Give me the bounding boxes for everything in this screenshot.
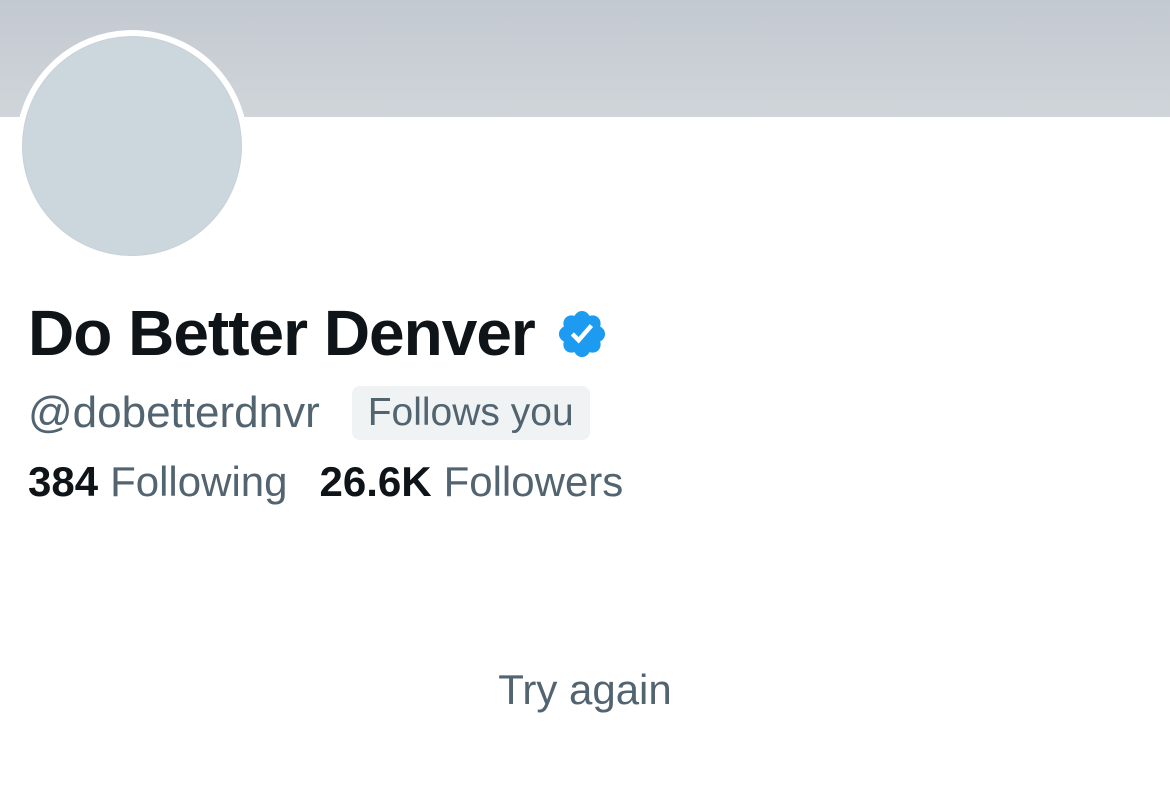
handle-row: @dobetterdnvr Follows you (28, 385, 590, 441)
try-again-button[interactable]: Try again (498, 663, 672, 717)
followers-count: 26.6K (319, 458, 432, 505)
followers-link[interactable]: 26.6K Followers (320, 455, 624, 509)
display-name: Do Better Denver (28, 297, 536, 369)
following-label: Following (110, 458, 288, 505)
followers-label: Followers (443, 458, 624, 505)
following-link[interactable]: 384 Following (28, 455, 288, 509)
profile-handle: @dobetterdnvr (28, 388, 320, 437)
profile-name-row: Do Better Denver (28, 293, 609, 373)
profile-page: Do Better Denver @dobetterdnvr Follows y… (0, 0, 1170, 804)
verified-badge-icon[interactable] (555, 307, 609, 361)
following-count: 384 (28, 458, 99, 505)
avatar[interactable] (16, 30, 248, 262)
try-again-container: Try again (0, 663, 1170, 717)
follows-you-badge: Follows you (351, 386, 590, 440)
profile-stats: 384 Following 26.6K Followers (28, 455, 623, 509)
